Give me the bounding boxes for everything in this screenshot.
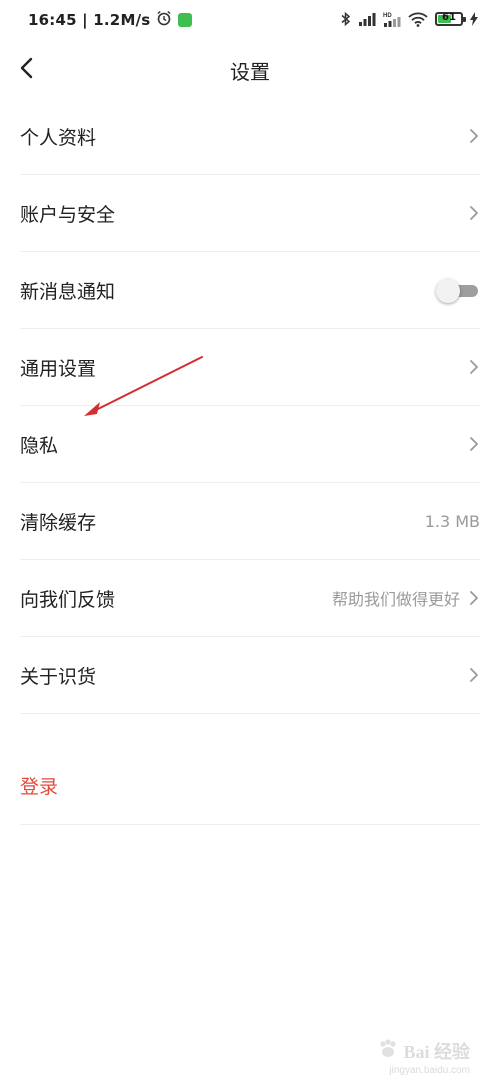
settings-item-label: 个人资料 — [20, 126, 97, 149]
settings-item-profile[interactable]: 个人资料 — [20, 98, 480, 175]
status-left: 16:45 | 1.2M/s — [28, 10, 193, 30]
settings-item-label: 通用设置 — [20, 357, 97, 380]
settings-item-about[interactable]: 关于识货 — [20, 637, 480, 714]
signal-icon — [358, 12, 376, 26]
svg-text:HD: HD — [383, 13, 392, 19]
settings-item-privacy[interactable]: 隐私 — [20, 406, 480, 483]
wifi-icon — [408, 12, 428, 27]
chevron-right-icon — [468, 590, 480, 606]
settings-item-account-security[interactable]: 账户与安全 — [20, 175, 480, 252]
baidu-watermark: Bai 经验 jingyan.baidu.com — [377, 1038, 470, 1076]
settings-item-clear-cache[interactable]: 清除缓存 1.3 MB — [20, 483, 480, 560]
charging-icon — [470, 12, 478, 26]
battery-icon: 61 — [435, 12, 466, 26]
chevron-right-icon — [468, 667, 480, 683]
chevron-right-icon — [468, 436, 480, 452]
settings-item-label: 清除缓存 — [20, 511, 97, 534]
status-time-speed: 16:45 | 1.2M/s — [28, 11, 151, 29]
status-right: HD 61 — [341, 11, 478, 27]
page-title: 设置 — [230, 60, 270, 84]
app-notification-icon — [178, 13, 193, 27]
settings-item-label: 新消息通知 — [20, 280, 116, 303]
settings-item-label: 账户与安全 — [20, 203, 116, 226]
login-button[interactable]: 登录 — [20, 746, 480, 825]
toggle-knob — [436, 279, 460, 303]
status-bar: 16:45 | 1.2M/s HD 61 — [0, 0, 500, 44]
settings-item-label: 向我们反馈 — [20, 588, 116, 611]
settings-item-feedback[interactable]: 向我们反馈 帮助我们做得更好 — [20, 560, 480, 637]
cache-size-value: 1.3 MB — [424, 511, 480, 531]
settings-item-general[interactable]: 通用设置 — [20, 329, 480, 406]
paw-logo-icon — [377, 1038, 399, 1064]
settings-list: 个人资料 账户与安全 新消息通知 通用设置 隐私 清除缓存 1.3 MB 向我们… — [0, 98, 500, 714]
watermark-text: Bai 经验 — [403, 1042, 470, 1062]
chevron-right-icon — [468, 205, 480, 221]
settings-item-label: 隐私 — [20, 434, 59, 457]
watermark-sub: jingyan.baidu.com — [389, 1065, 470, 1076]
battery-level: 61 — [442, 12, 456, 23]
bluetooth-icon — [341, 11, 351, 27]
feedback-hint: 帮助我们做得更好 — [331, 590, 460, 609]
battery-tip — [463, 17, 466, 22]
hd-signal-icon: HD — [383, 11, 401, 27]
login-label: 登录 — [20, 775, 59, 798]
settings-item-label: 关于识货 — [20, 665, 97, 688]
nav-bar: 设置 — [0, 44, 500, 96]
chevron-right-icon — [468, 359, 480, 375]
chevron-right-icon — [468, 128, 480, 144]
notification-toggle[interactable] — [436, 279, 480, 303]
alarm-icon — [156, 10, 172, 30]
settings-item-notifications: 新消息通知 — [20, 252, 480, 329]
